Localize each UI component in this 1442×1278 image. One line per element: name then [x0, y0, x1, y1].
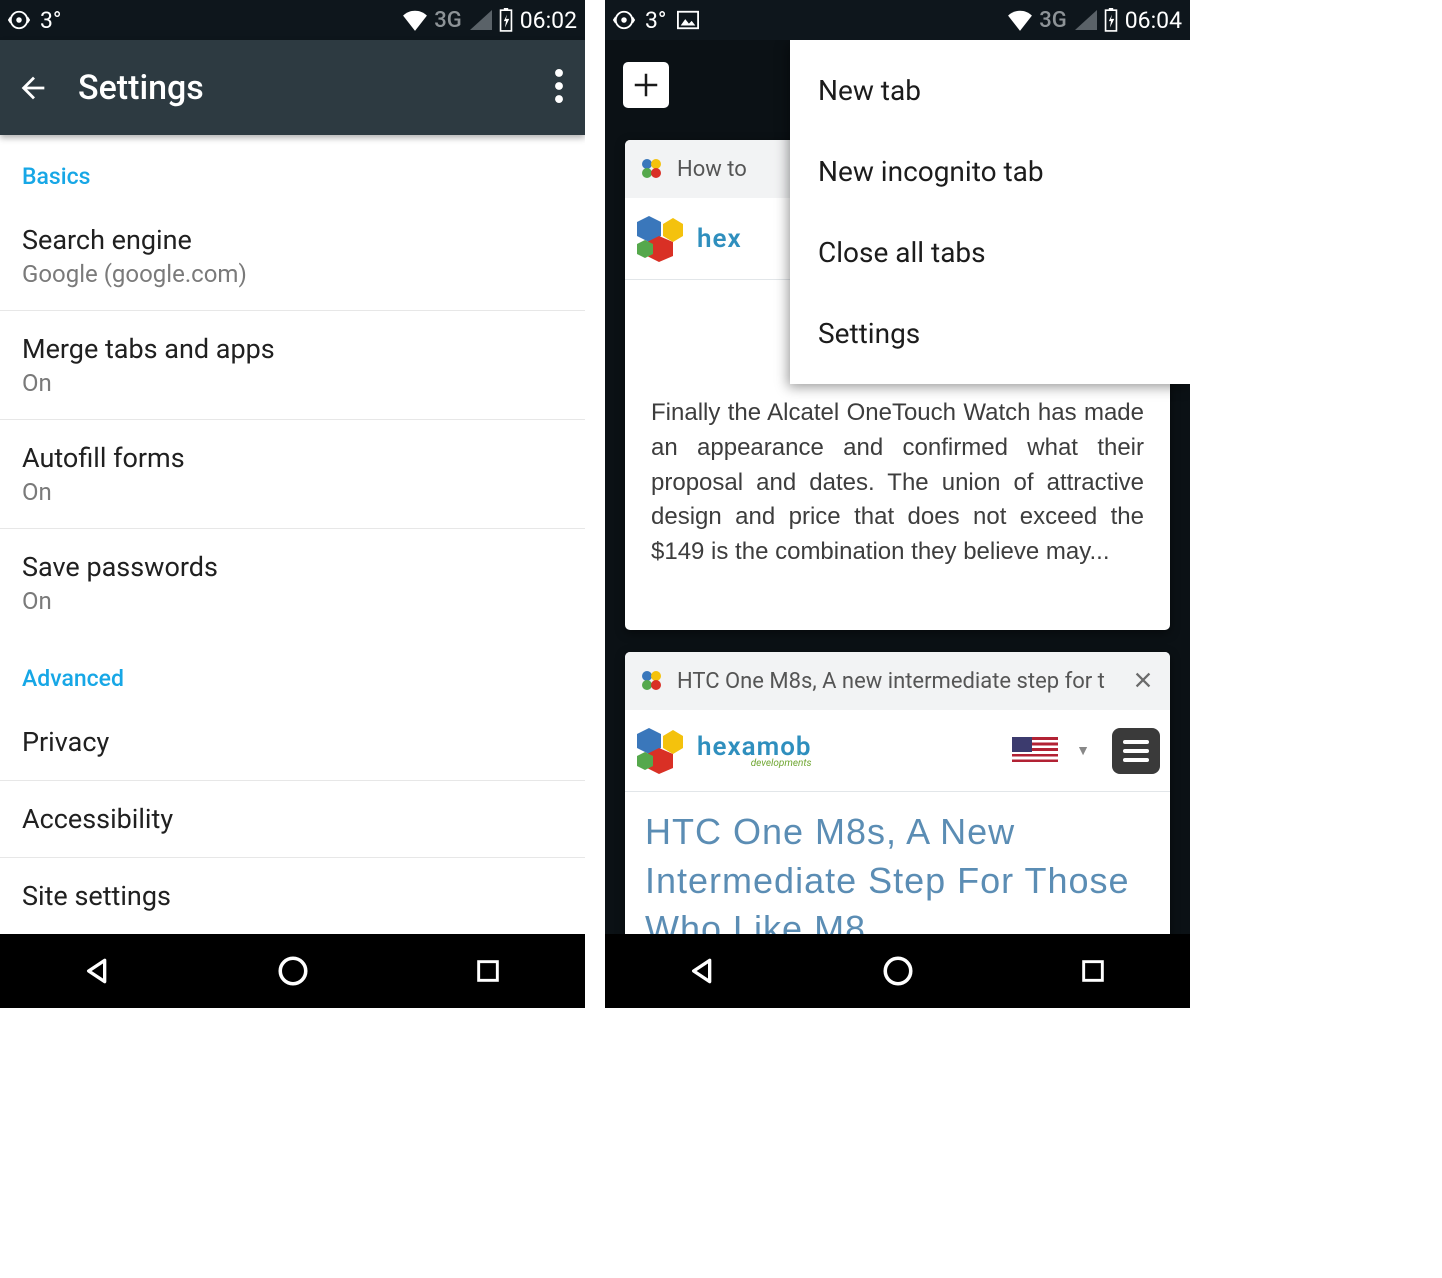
site-logo-text: hex	[697, 224, 742, 254]
nav-back-button[interactable]	[79, 952, 117, 990]
setting-subtitle: On	[22, 478, 563, 506]
hamburger-menu-button[interactable]	[1112, 728, 1160, 774]
setting-merge-tabs[interactable]: Merge tabs and apps On	[0, 311, 585, 420]
setting-autofill-forms[interactable]: Autofill forms On	[0, 420, 585, 529]
menu-item-new-incognito-tab[interactable]: New incognito tab	[790, 131, 1190, 212]
sync-icon	[8, 9, 30, 31]
nav-recents-button[interactable]	[1074, 952, 1112, 990]
status-bar: 3° 3G 06:04	[605, 0, 1190, 40]
tab-card-header[interactable]: HTC One M8s, A new intermediate step for…	[625, 652, 1170, 710]
menu-item-close-all-tabs[interactable]: Close all tabs	[790, 212, 1190, 293]
battery-charging-icon	[498, 8, 514, 32]
article-heading: HTC One M8s, A New Intermediate Step For…	[625, 792, 1170, 934]
setting-title: Site settings	[22, 880, 563, 912]
tab-switcher[interactable]: How to hex	[605, 40, 1190, 934]
section-header-advanced: Advanced	[0, 637, 585, 704]
status-clock: 06:04	[1125, 7, 1182, 34]
flag-us-icon[interactable]	[1012, 737, 1058, 765]
tab-card-title: HTC One M8s, A new intermediate step for…	[677, 669, 1120, 694]
site-logo: hexamob developments	[635, 726, 812, 776]
chevron-down-icon[interactable]: ▼	[1076, 742, 1090, 759]
setting-title: Privacy	[22, 726, 563, 758]
network-type: 3G	[1039, 8, 1067, 33]
menu-item-settings[interactable]: Settings	[790, 293, 1190, 374]
app-bar-title: Settings	[78, 68, 204, 108]
menu-item-new-tab[interactable]: New tab	[790, 50, 1190, 131]
battery-charging-icon	[1103, 8, 1119, 32]
setting-title: Merge tabs and apps	[22, 333, 563, 365]
app-bar: Settings	[0, 40, 585, 135]
overflow-menu: New tab New incognito tab Close all tabs…	[790, 40, 1190, 384]
article-body: Finally the Alcatel OneTouch Watch has m…	[625, 390, 1170, 580]
status-temperature: 3°	[645, 7, 667, 34]
favicon-icon	[639, 668, 665, 694]
navigation-bar	[0, 934, 585, 1008]
setting-subtitle: On	[22, 369, 563, 397]
settings-list[interactable]: Basics Search engine Google (google.com)…	[0, 135, 585, 934]
overflow-menu-button[interactable]	[555, 69, 563, 107]
setting-title: Search engine	[22, 224, 563, 256]
status-bar: 3° 3G 06:02	[0, 0, 585, 40]
tab-card-preview: hexamob developments ▼ HTC One M8s, A Ne…	[625, 710, 1170, 934]
sync-icon	[613, 9, 635, 31]
setting-title: Autofill forms	[22, 442, 563, 474]
setting-subtitle: On	[22, 587, 563, 615]
section-header-basics: Basics	[0, 135, 585, 202]
signal-icon	[470, 10, 492, 30]
setting-privacy[interactable]: Privacy	[0, 704, 585, 781]
status-clock: 06:02	[520, 7, 577, 34]
image-notification-icon	[677, 10, 699, 30]
phone-settings-screen: 3° 3G 06:02 Settings Basics Search e	[0, 0, 585, 1008]
phone-tabs-screen: 3° 3G 06:04	[605, 0, 1190, 1008]
wifi-icon	[402, 9, 428, 31]
setting-search-engine[interactable]: Search engine Google (google.com)	[0, 202, 585, 311]
site-logo: hex	[635, 214, 742, 264]
favicon-icon	[639, 156, 665, 182]
setting-site-settings[interactable]: Site settings	[0, 858, 585, 918]
new-tab-button[interactable]	[623, 62, 669, 108]
nav-back-button[interactable]	[684, 952, 722, 990]
nav-home-button[interactable]	[274, 952, 312, 990]
close-tab-button[interactable]	[1132, 669, 1156, 693]
setting-subtitle: Google (google.com)	[22, 260, 563, 288]
site-header: hexamob developments ▼	[625, 710, 1170, 792]
nav-home-button[interactable]	[879, 952, 917, 990]
setting-accessibility[interactable]: Accessibility	[0, 781, 585, 858]
wifi-icon	[1007, 9, 1033, 31]
signal-icon	[1075, 10, 1097, 30]
navigation-bar	[605, 934, 1190, 1008]
status-temperature: 3°	[40, 7, 62, 34]
setting-save-passwords[interactable]: Save passwords On	[0, 529, 585, 637]
nav-recents-button[interactable]	[469, 952, 507, 990]
network-type: 3G	[434, 8, 462, 33]
setting-title: Save passwords	[22, 551, 563, 583]
tab-card[interactable]: HTC One M8s, A new intermediate step for…	[625, 652, 1170, 934]
back-button[interactable]	[16, 71, 50, 105]
setting-title: Accessibility	[22, 803, 563, 835]
